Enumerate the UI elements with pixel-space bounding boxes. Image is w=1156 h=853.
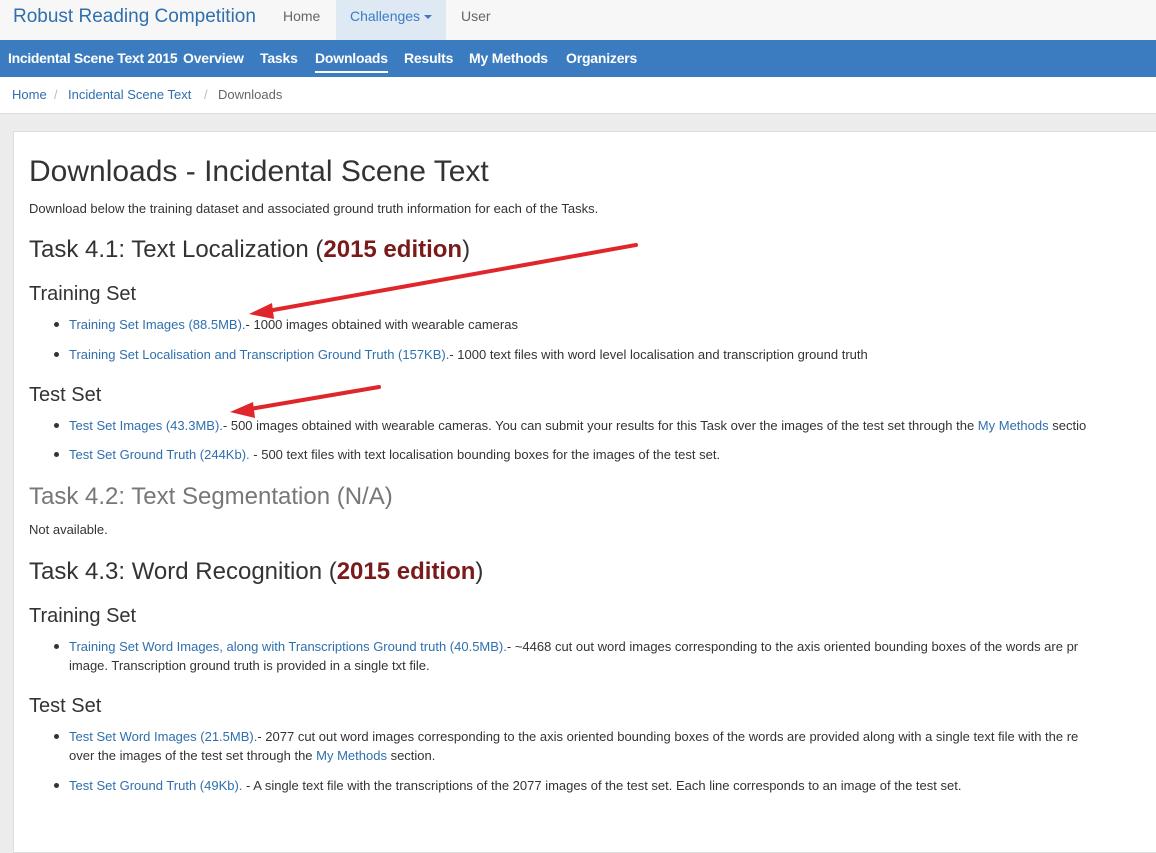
breadcrumb-home[interactable]: Home [12,87,47,102]
download-link[interactable]: Test Set Ground Truth (49Kb). [69,778,242,793]
item-description: - 500 text files with text localisation … [249,447,721,462]
breadcrumb-separator: / [54,87,58,102]
subnav-results[interactable]: Results [404,40,453,77]
list-item: Test Set Ground Truth (244Kb). - 500 tex… [53,445,721,464]
list-item: Test Set Ground Truth (49Kb). - A single… [53,776,962,795]
content-panel: Downloads - Incidental Scene Text Downlo… [13,131,1156,853]
item-description: - 1000 text files with word level locali… [449,347,868,362]
intro-text: Download below the training dataset and … [29,201,599,216]
my-methods-link[interactable]: My Methods [316,748,387,763]
brand-link[interactable]: Robust Reading Competition [13,5,256,29]
subnav-my-methods[interactable]: My Methods [469,40,548,77]
download-link[interactable]: Training Set Images (88.5MB). [69,317,246,332]
nav-home[interactable]: Home [269,0,334,40]
task41-paren: ) [462,236,471,263]
task42-heading: Task 4.2: Text Segmentation (N/A) [29,483,393,510]
download-link[interactable]: Test Set Ground Truth (244Kb). [69,447,250,462]
task41-heading: Task 4.1: Text Localization (2015 editio… [29,236,470,264]
my-methods-link[interactable]: My Methods [978,418,1049,433]
task41-title: Task 4.1: Text Localization ( [29,236,324,263]
item-description: - A single text file with the transcript… [242,778,962,793]
challenge-title[interactable]: Incidental Scene Text 2015 [8,40,178,77]
caret-down-icon [424,15,433,20]
task42-note: Not available. [29,522,108,537]
item-description: sectio [1048,418,1087,433]
subnav-downloads[interactable]: Downloads [315,40,388,77]
subnav-tasks[interactable]: Tasks [260,40,298,77]
list-item: Training Set Localisation and Transcript… [54,345,868,364]
task43-paren: ) [475,558,484,585]
item-description: - 500 images obtained with wearable came… [222,418,978,433]
item-description-line2: over the images of the test set through … [69,748,317,763]
page-title: Downloads - Incidental Scene Text [29,155,489,188]
breadcrumb-separator: / [204,87,208,102]
item-description: - 1000 images obtained with wearable cam… [245,317,518,332]
top-navbar: Robust Reading Competition Home Challeng… [0,0,1156,41]
task43-edition: 2015 edition [336,558,476,585]
download-link[interactable]: Training Set Localisation and Transcript… [69,347,449,362]
task41-test-heading: Test Set [29,384,102,406]
download-link[interactable]: Training Set Word Images, along with Tra… [69,639,507,654]
item-description: - ~4468 cut out word images correspondin… [506,639,1079,654]
download-link[interactable]: Test Set Word Images (21.5MB). [69,729,257,744]
list-item: Training Set Images (88.5MB).- 1000 imag… [54,315,518,334]
task41-training-heading: Training Set [29,283,137,305]
nav-challenges-dropdown[interactable]: Challenges [336,0,447,40]
subnav-organizers[interactable]: Organizers [566,40,637,77]
breadcrumb: Home / Incidental Scene Text / Downloads [0,77,1156,114]
list-item: Test Set Images (43.3MB).- 500 images ob… [53,416,1087,435]
breadcrumb-incidental[interactable]: Incidental Scene Text [68,87,191,102]
breadcrumb-current: Downloads [218,87,283,102]
challenge-subnav: Incidental Scene Text 2015 Overview Task… [0,40,1156,77]
download-link[interactable]: Test Set Images (43.3MB). [69,418,223,433]
list-item: Test Set Word Images (21.5MB).- 2077 cut… [53,727,1079,765]
item-description: - 2077 cut out word images corresponding… [257,729,1079,744]
nav-user[interactable]: User [447,0,505,40]
nav-challenges-label: Challenges [350,8,421,24]
task43-heading: Task 4.3: Word Recognition (2015 edition… [29,558,483,586]
task41-edition: 2015 edition [323,236,463,263]
task43-title: Task 4.3: Word Recognition ( [29,558,337,585]
item-description-line2: section. [386,748,436,763]
task43-training-heading: Training Set [29,605,137,627]
list-item: Training Set Word Images, along with Tra… [53,637,1079,675]
subnav-overview[interactable]: Overview [183,40,244,77]
item-description-line2: image. Transcription ground truth is pro… [69,658,430,673]
task43-test-heading: Test Set [29,695,102,717]
